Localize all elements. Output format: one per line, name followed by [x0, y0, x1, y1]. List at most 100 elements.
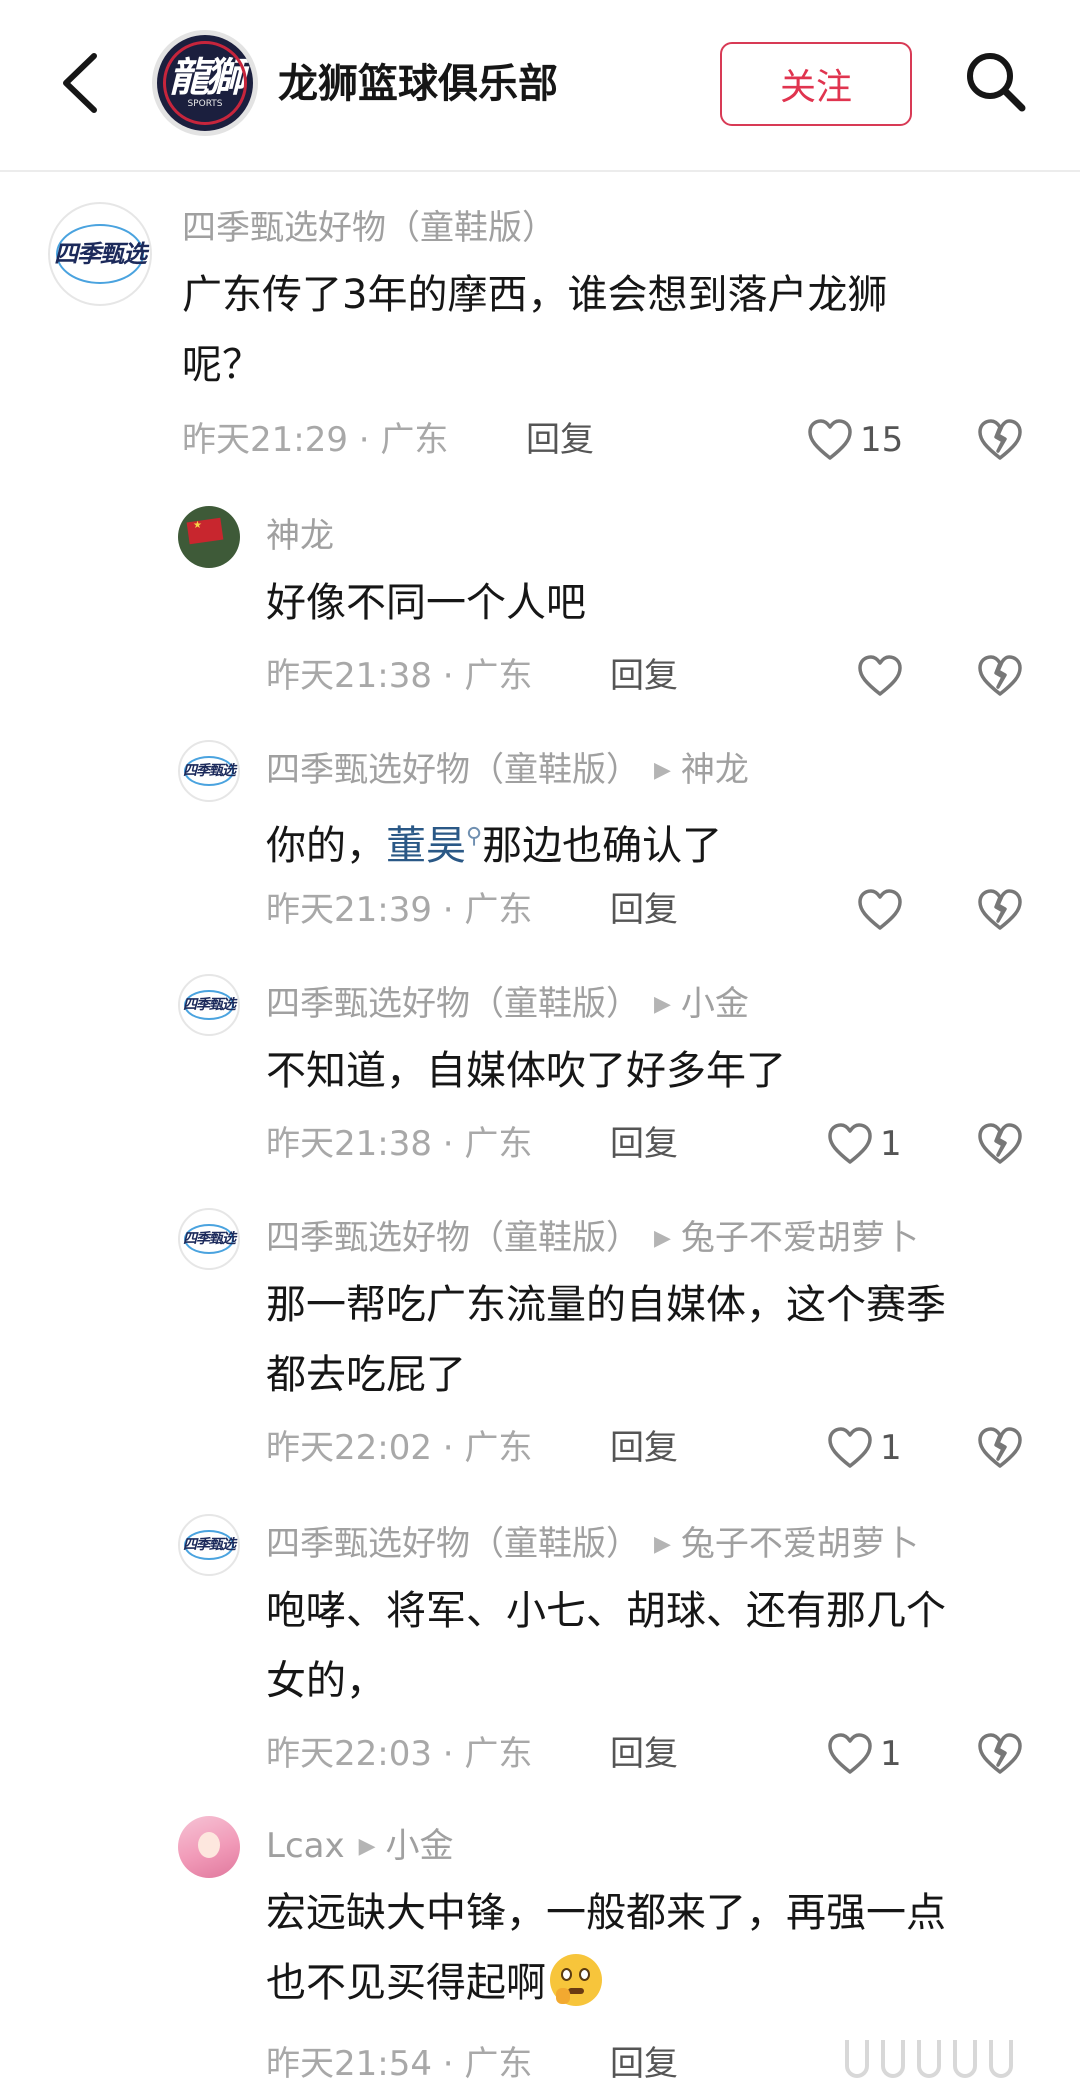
reply-meta: 昨天21:39 · 广东 — [266, 886, 532, 934]
author-name: 四季甄选好物（童鞋版） — [182, 208, 556, 248]
dislike-button[interactable] — [976, 1730, 1024, 1778]
back-button[interactable] — [56, 48, 106, 118]
reply-meta: 昨天22:02 · 广东 — [266, 1424, 532, 1472]
reply-author[interactable]: 四季甄选好物（童鞋版） ▶ 神龙 — [266, 746, 749, 795]
user-avatar[interactable]: 四季甄选 — [178, 974, 240, 1036]
reply-button[interactable]: 回复 — [610, 1424, 678, 1472]
reply-text-line-1: 宏远缺大中锋，一般都来了，再强一点 — [266, 1890, 946, 1936]
like-button[interactable]: 1 — [826, 1120, 902, 1168]
like-button[interactable]: 15 — [806, 416, 903, 464]
reply-to-name: 兔子不爱胡萝卜 — [680, 1524, 919, 1564]
comment-author[interactable]: 四季甄选好物（童鞋版） — [182, 204, 556, 252]
reply-to-name: 小金 — [680, 984, 749, 1024]
like-count: 1 — [880, 1734, 902, 1774]
reply-location: 广东 — [464, 1124, 533, 1164]
user-avatar[interactable]: 四季甄选 — [48, 202, 152, 306]
dislike-button[interactable] — [976, 416, 1024, 464]
reply-arrow-icon: ▶ — [654, 1532, 671, 1557]
reply-button[interactable]: 回复 — [610, 1120, 678, 1168]
meta-separator: · — [442, 890, 454, 930]
comment-location: 广东 — [380, 420, 449, 460]
reply-author[interactable]: Lcax ▶ 小金 — [266, 1822, 454, 1871]
reply-author[interactable]: 神龙 — [266, 512, 334, 560]
user-avatar[interactable]: 四季甄选 — [178, 740, 240, 802]
reply-arrow-icon: ▶ — [654, 758, 671, 783]
chevron-left-icon — [63, 53, 97, 113]
meta-separator: · — [442, 1734, 454, 1774]
search-icon: ⚲ — [466, 824, 483, 849]
reply-time: 昨天22:03 — [266, 1734, 432, 1774]
reply-meta: 昨天21:54 · 广东 — [266, 2040, 532, 2085]
like-count: 1 — [880, 1124, 902, 1164]
reply-arrow-icon: ▶ — [654, 992, 671, 1017]
watermark-logo — [845, 2040, 1035, 2080]
reply-button[interactable]: 回复 — [610, 652, 678, 700]
heart-icon — [858, 889, 902, 930]
mention-link[interactable]: 董昊 — [386, 823, 466, 869]
brand-avatar-text: 四季甄选 — [183, 763, 236, 779]
club-avatar[interactable]: 龍獅 SPORTS — [152, 30, 258, 136]
meta-separator: · — [442, 1428, 454, 1468]
dislike-button[interactable] — [976, 1120, 1024, 1168]
brand-avatar-text: 四季甄选 — [183, 1537, 236, 1553]
reply-meta: 昨天22:03 · 广东 — [266, 1730, 532, 1778]
reply-location: 广东 — [464, 2044, 533, 2084]
like-count: 1 — [880, 1428, 902, 1468]
reply-text-line-1: 咆哮、将军、小七、胡球、还有那几个 — [266, 1588, 946, 1634]
star-icon: ★ — [193, 520, 202, 531]
comment-meta: 昨天21:29 · 广东 — [182, 416, 448, 464]
page-title[interactable]: 龙狮篮球俱乐部 — [278, 56, 558, 112]
user-avatar[interactable]: 四季甄选 — [178, 1208, 240, 1270]
like-button[interactable]: 1 — [826, 1730, 902, 1778]
reply-text: 也不见买得起啊 — [266, 1960, 546, 2006]
dislike-button[interactable] — [976, 1424, 1024, 1472]
reply-author[interactable]: 四季甄选好物（童鞋版） ▶ 小金 — [266, 980, 749, 1029]
reply-location: 广东 — [464, 656, 533, 696]
reply-button[interactable]: 回复 — [610, 2040, 678, 2085]
author-name: 四季甄选好物（童鞋版） — [266, 1524, 640, 1564]
reply-text-line-1: 好像不同一个人吧 — [266, 580, 586, 626]
broken-heart-icon — [978, 655, 1022, 696]
like-button[interactable] — [856, 652, 904, 700]
author-name: 四季甄选好物（童鞋版） — [266, 750, 640, 790]
reply-location: 广东 — [464, 890, 533, 930]
reply-button[interactable]: 回复 — [610, 886, 678, 934]
reply-arrow-icon: ▶ — [358, 1834, 376, 1859]
reply-location: 广东 — [464, 1428, 533, 1468]
like-button[interactable] — [856, 886, 904, 934]
emoji-mouth — [568, 1988, 584, 1994]
user-avatar[interactable]: 四季甄选 — [178, 1514, 240, 1576]
broken-heart-icon — [978, 889, 1022, 930]
user-avatar[interactable] — [178, 1816, 240, 1878]
reply-author[interactable]: 四季甄选好物（童鞋版） ▶ 兔子不爱胡萝卜 — [266, 1520, 919, 1569]
search-button[interactable] — [960, 46, 1032, 118]
reply-location: 广东 — [464, 1734, 533, 1774]
reply-button[interactable]: 回复 — [610, 1730, 678, 1778]
reply-to-name: 神龙 — [680, 750, 749, 790]
emoji-eye — [579, 1968, 590, 1981]
user-avatar[interactable]: ★ — [178, 506, 240, 568]
reply-text-before: 你的， — [266, 823, 386, 869]
reply-button[interactable]: 回复 — [526, 416, 594, 464]
meta-separator: · — [358, 420, 370, 460]
meta-separator: · — [442, 656, 454, 696]
reply-text-line-2: 女的， — [266, 1658, 386, 1704]
heart-icon — [828, 1123, 872, 1164]
reply-time: 昨天21:54 — [266, 2044, 432, 2084]
heart-icon — [828, 1733, 872, 1774]
reply-text-line-2: 也不见买得起啊 — [266, 1948, 602, 2018]
broken-heart-icon — [978, 1427, 1022, 1468]
search-icon — [967, 53, 1026, 112]
like-button[interactable]: 1 — [826, 1424, 902, 1472]
top-bar: 龍獅 SPORTS 龙狮篮球俱乐部 关注 — [0, 0, 1080, 172]
dislike-button[interactable] — [976, 652, 1024, 700]
reply-author[interactable]: 四季甄选好物（童鞋版） ▶ 兔子不爱胡萝卜 — [266, 1214, 919, 1263]
reply-text-line-1: 你的，董昊⚲那边也确认了 — [266, 802, 722, 881]
like-count: 15 — [860, 420, 904, 460]
dislike-button[interactable] — [976, 886, 1024, 934]
thinking-face-emoji-icon — [550, 1954, 602, 2006]
emoji-eye — [561, 1968, 572, 1981]
author-name: Lcax — [266, 1826, 345, 1866]
follow-button[interactable]: 关注 — [720, 42, 912, 126]
reply-time: 昨天21:38 — [266, 656, 432, 696]
